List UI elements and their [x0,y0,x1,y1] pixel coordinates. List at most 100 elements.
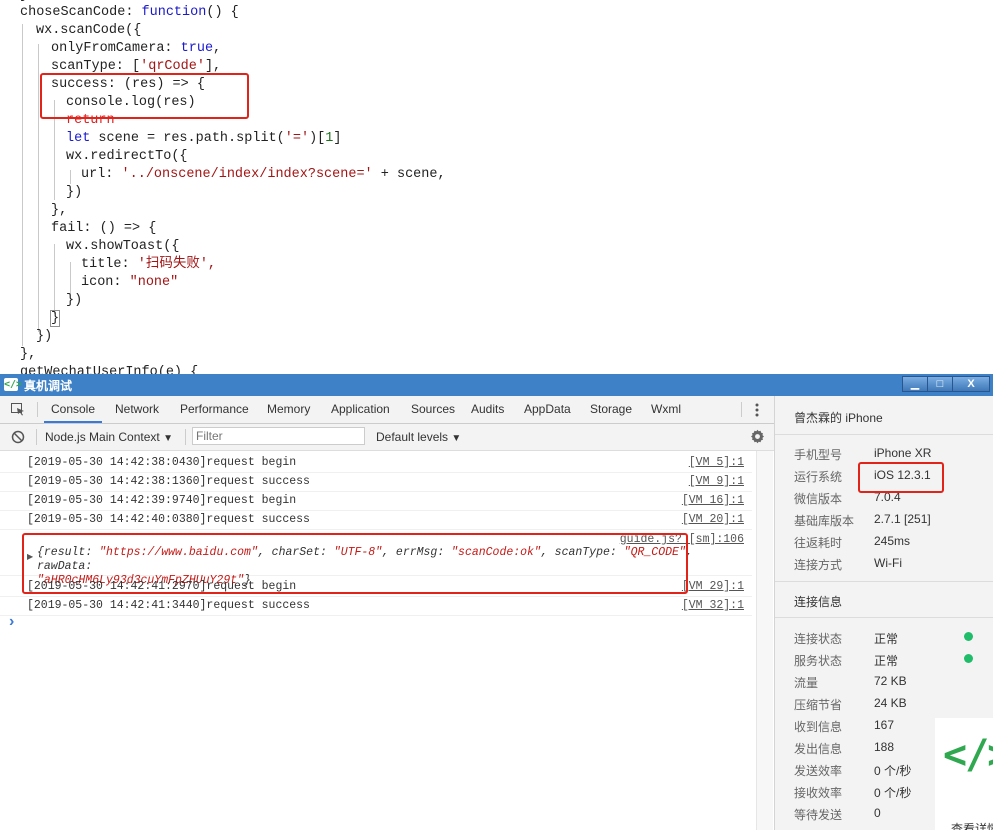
connection-title: 连接信息 [794,595,843,609]
source-link[interactable]: [VM 32]:1 [682,596,744,615]
code-line: fail: () => { [51,221,157,236]
info-value: iPhone XR [874,446,932,460]
code-line: console.log(res) [66,95,196,110]
conn-value: 正常 [874,654,899,668]
conn-label: 等待发送 [794,808,843,822]
tab-audits[interactable]: Audits [471,396,504,423]
info-label: 连接方式 [794,558,843,572]
code-line: url: '../onscene/index/index?scene=' + s… [81,167,446,182]
info-value: 7.0.4 [874,490,901,504]
conn-value: 正常 [874,632,899,646]
indent-guide [38,44,39,332]
console-prompt-icon[interactable]: › [9,613,14,631]
conn-label: 流量 [794,676,819,690]
info-label: 往返耗时 [794,536,843,550]
source-link[interactable]: [VM 20]:1 [682,510,744,529]
console-row: [2019-05-30 14:42:38:0430]request begin[… [0,453,752,473]
code-line: icon: "none" [81,275,179,290]
details-overlay[interactable]: </> 查看详情 [935,718,993,830]
source-link[interactable]: guide.js? [sm]:106 [620,533,744,546]
tab-application[interactable]: Application [331,396,390,423]
toolbar-divider [185,429,186,445]
devtools-window: </> 真机调试 ▁ □ X Console Network Performan… [0,374,993,830]
gear-icon[interactable] [750,429,765,444]
conn-value: 72 KB [874,674,907,688]
console-row: [2019-05-30 14:42:40:0380]request succes… [0,510,752,530]
tab-memory[interactable]: Memory [267,396,310,423]
status-dot [964,632,973,641]
info-value: Wi-Fi [874,556,902,570]
toolbar-divider [741,402,742,417]
tab-appdata[interactable]: AppData [524,396,571,423]
inspect-element-icon[interactable] [11,403,25,416]
close-button[interactable]: X [952,376,990,392]
console-row: [2019-05-30 14:42:38:1360]request succes… [0,472,752,492]
tab-storage[interactable]: Storage [590,396,632,423]
more-menu-icon[interactable] [755,403,759,417]
tab-sources[interactable]: Sources [411,396,455,423]
levels-select[interactable]: Default levels ▼ [376,429,461,445]
code-line: choseScanCode: function() { [20,5,239,20]
console-row: [2019-05-30 14:42:39:9740]request begin[… [0,491,752,511]
indent-guide [70,170,71,184]
conn-value: 0 个/秒 [874,764,912,778]
filter-input[interactable] [192,427,365,445]
console-object-entry[interactable]: guide.js? [sm]:106 ▶ {result: "https://w… [0,530,752,587]
dropdown-arrow-icon: ▼ [451,433,462,444]
code-editor[interactable]: } choseScanCode: function() { wx.scanCod… [0,0,993,374]
tab-wxml[interactable]: Wxml [651,396,681,423]
source-link[interactable]: [VM 29]:1 [682,577,744,596]
console-scrollbar[interactable] [756,451,773,830]
tab-console[interactable]: Console [44,396,102,423]
code-line: title: '扫码失败', [81,257,217,272]
conn-label: 压缩节省 [794,698,843,712]
maximize-button[interactable]: □ [927,376,953,392]
devtools-tabbar: Console Network Performance Memory Appli… [0,396,774,424]
devtools-logo-icon: </> [943,732,993,778]
device-info-panel: 曾杰霖的 iPhone 手机型号 iPhone XR 运行系统 iOS 12.3… [774,396,993,830]
toolbar-divider [36,429,37,445]
source-link[interactable]: [VM 9]:1 [689,472,744,491]
conn-label: 发送效率 [794,764,843,778]
conn-value: 167 [874,718,895,732]
console-output[interactable]: [2019-05-30 14:42:38:0430]request begin[… [0,451,774,830]
context-select[interactable]: Node.js Main Context ▼ [45,429,173,445]
indent-guide [22,24,23,346]
code-line: getWechatUserInfo(e) { [20,365,199,374]
info-value: 245ms [874,534,911,548]
window-title: 真机调试 [24,379,73,393]
indent-guide [54,244,55,314]
code-line: wx.showToast({ [66,239,180,254]
expand-arrow-icon[interactable]: ▶ [27,552,33,561]
view-details-link[interactable]: 查看详情 [951,820,993,830]
conn-label: 接收效率 [794,786,843,800]
conn-label: 服务状态 [794,654,843,668]
info-value: iOS 12.3.1 [874,468,931,482]
code-line: wx.redirectTo({ [66,149,188,164]
conn-label: 发出信息 [794,742,843,756]
minimize-button[interactable]: ▁ [902,376,928,392]
code-line: }, [51,203,68,218]
info-value: 2.7.1 [251] [874,512,931,526]
info-label: 基础库版本 [794,514,855,528]
conn-value: 0 个/秒 [874,786,912,800]
console-row: [2019-05-30 14:42:41:2970]request begin[… [0,577,752,597]
source-link[interactable]: [VM 16]:1 [682,491,744,510]
toolbar-divider [37,402,38,417]
code-line: }) [66,185,83,200]
code-line: }) [36,329,53,344]
conn-value: 0 [874,806,881,820]
clear-console-icon[interactable] [11,430,25,444]
code-line: success: (res) => { [51,77,205,92]
code-line: return [66,113,115,128]
divider [775,581,993,582]
tab-performance[interactable]: Performance [180,396,249,423]
code-line: onlyFromCamera: true, [51,41,222,56]
code-line: scanType: ['qrCode'], [51,59,222,74]
conn-label: 连接状态 [794,632,843,646]
device-title: 曾杰霖的 iPhone [794,411,883,425]
window-titlebar: </> 真机调试 ▁ □ X [0,374,993,396]
indent-guide [70,262,71,294]
source-link[interactable]: [VM 5]:1 [689,453,744,472]
tab-network[interactable]: Network [115,396,159,423]
